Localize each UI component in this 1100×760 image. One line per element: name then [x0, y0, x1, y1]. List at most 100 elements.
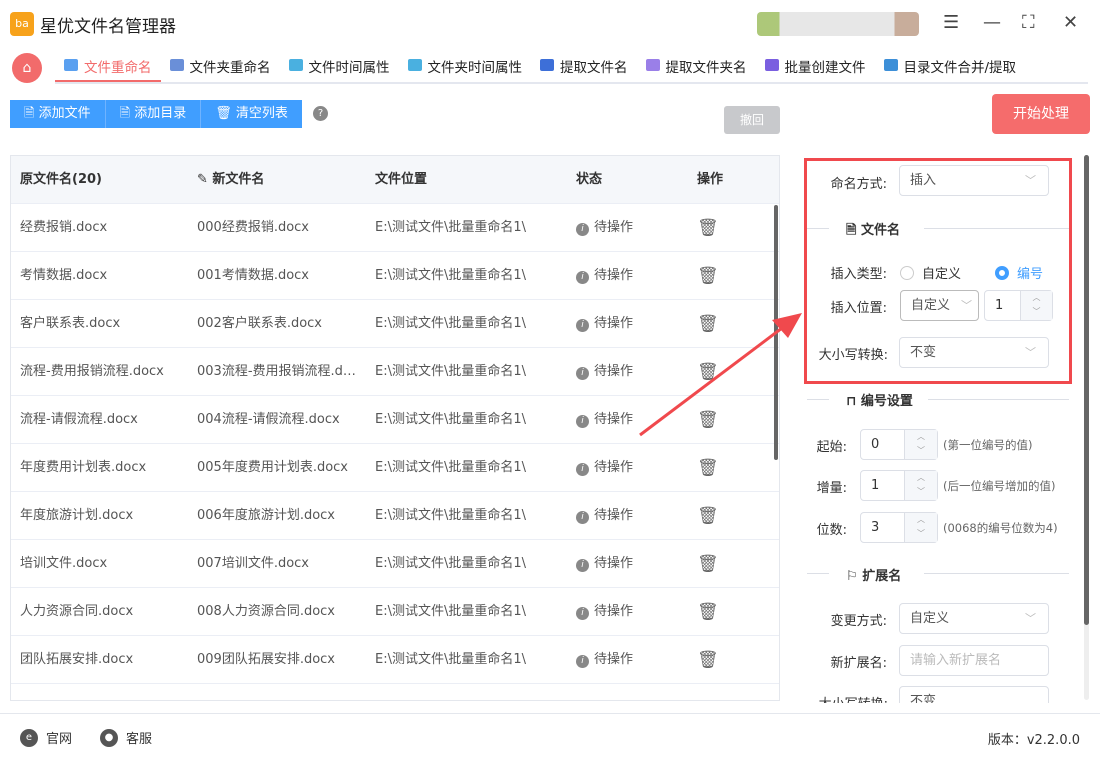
- stepper-arrows[interactable]: ︿ ﹀: [904, 430, 937, 459]
- add-file-button[interactable]: 🗎 添加文件: [10, 100, 106, 128]
- minimize-icon[interactable]: —: [983, 12, 1001, 33]
- status: i 待操作: [576, 300, 633, 348]
- table-header: 原文件名(20) ✎ 新文件名 文件位置 状态 操作: [11, 156, 779, 204]
- undo-button[interactable]: 撤回: [724, 106, 780, 134]
- info-icon: i: [576, 511, 589, 524]
- inc-hint: (后一位编号增加的值): [943, 479, 1056, 493]
- new-name: 002客户联系表.docx: [197, 316, 322, 331]
- clear-list-button[interactable]: 🗑 清空列表: [201, 100, 302, 128]
- tab-5[interactable]: 提取文件夹名: [637, 52, 756, 82]
- delete-icon[interactable]: 🗑: [697, 252, 719, 300]
- tab-4[interactable]: 提取文件名: [531, 52, 637, 82]
- new-name: 009团队拓展安排.docx: [197, 652, 335, 667]
- ext-section-title: 扩展名: [862, 569, 902, 584]
- table-row[interactable]: 团队拓展安排.docx 009团队拓展安排.docx E:\测试文件\批量重命名…: [11, 636, 779, 684]
- table-row[interactable]: 经费报销.docx 000经费报销.docx E:\测试文件\批量重命名1\ i…: [11, 204, 779, 252]
- settings-icon[interactable]: ☰: [943, 12, 959, 33]
- start-stepper[interactable]: 0 ︿ ﹀: [860, 429, 938, 460]
- ext-section: ⚐ 扩展名: [846, 569, 902, 584]
- case-value: 不变: [910, 345, 937, 360]
- add-file-label: 添加文件: [38, 106, 91, 121]
- stepper-arrows[interactable]: ︿ ﹀: [904, 513, 937, 542]
- ext-case-value: 不变: [910, 694, 937, 703]
- insert-pos-num: 1: [995, 298, 1004, 313]
- help-icon[interactable]: ?: [313, 106, 328, 121]
- delete-icon[interactable]: 🗑: [697, 204, 719, 252]
- tab-6[interactable]: 批量创建文件: [756, 52, 875, 82]
- start-button[interactable]: 开始处理: [992, 94, 1090, 134]
- file-location: E:\测试文件\批量重命名1\: [375, 652, 527, 667]
- support-link[interactable]: ● 客服: [100, 728, 152, 747]
- insert-pos-select[interactable]: 自定义 ﹀: [900, 290, 979, 321]
- inc-stepper[interactable]: 1 ︿ ﹀: [860, 470, 938, 501]
- annotation-arrow: [639, 313, 802, 437]
- stepper-arrows[interactable]: ︿ ﹀: [904, 471, 937, 500]
- new-name: 001考情数据.docx: [197, 268, 309, 283]
- support-label: 客服: [126, 732, 153, 747]
- file-location: E:\测试文件\批量重命名1\: [375, 556, 527, 571]
- case-select[interactable]: 不变 ﹀: [899, 337, 1049, 368]
- file-location: E:\测试文件\批量重命名1\: [375, 220, 527, 235]
- table-row[interactable]: 人力资源合同.docx 008人力资源合同.docx E:\测试文件\批量重命名…: [11, 588, 779, 636]
- start-hint: (第一位编号的值): [943, 438, 1033, 452]
- tab-0[interactable]: 文件重命名: [55, 52, 161, 82]
- tab-1[interactable]: 文件夹重命名: [161, 52, 280, 82]
- tab-icon: [883, 59, 898, 71]
- table-row[interactable]: 年度旅游计划.docx 006年度旅游计划.docx E:\测试文件\批量重命名…: [11, 492, 779, 540]
- panel-scrollbar[interactable]: [1084, 155, 1089, 700]
- tab-7[interactable]: 目录文件合并/提取: [875, 52, 1026, 82]
- inc-label: 增量:: [816, 481, 847, 496]
- digits-stepper[interactable]: 3 ︿ ﹀: [860, 512, 938, 543]
- version-label: 版本：v2.2.0.0: [987, 733, 1080, 748]
- tab-icon: [764, 59, 779, 71]
- stepper-arrows[interactable]: ︿ ﹀: [1020, 291, 1052, 320]
- tab-3[interactable]: 文件夹时间属性: [399, 52, 532, 82]
- radio-custom[interactable]: 自定义: [900, 263, 961, 282]
- table-row[interactable]: 培训文件.docx 007培训文件.docx E:\测试文件\批量重命名1\ i…: [11, 540, 779, 588]
- ext-case-select[interactable]: 不变: [899, 686, 1049, 703]
- digits-label: 位数:: [816, 523, 847, 538]
- filename-section-title: 文件名: [860, 223, 900, 238]
- delete-icon[interactable]: 🗑: [697, 444, 719, 492]
- footer: e 官网 ● 客服 版本：v2.2.0.0: [0, 713, 1100, 760]
- ext-mode-value: 自定义: [910, 611, 950, 626]
- naming-select[interactable]: 插入 ﹀: [899, 165, 1049, 196]
- start-label: 起始:: [816, 440, 847, 455]
- radio-number[interactable]: 编号: [995, 263, 1043, 282]
- home-button[interactable]: ⌂: [12, 53, 42, 83]
- original-name: 团队拓展安排.docx: [20, 652, 134, 667]
- ext-mode-select[interactable]: 自定义 ﹀: [899, 603, 1049, 634]
- status: i 待操作: [576, 252, 633, 300]
- new-name: 007培训文件.docx: [197, 556, 309, 571]
- original-name: 经费报销.docx: [20, 220, 108, 235]
- user-avatar[interactable]: [757, 12, 919, 36]
- add-dir-button[interactable]: 🗎 添加目录: [105, 100, 202, 128]
- tab-label: 文件时间属性: [308, 60, 390, 76]
- table-row[interactable]: 考情数据.docx 001考情数据.docx E:\测试文件\批量重命名1\ i…: [11, 252, 779, 300]
- tab-label: 提取文件夹名: [665, 60, 747, 76]
- website-link[interactable]: e 官网: [20, 728, 72, 747]
- delete-icon[interactable]: 🗑: [697, 492, 719, 540]
- insert-pos-value: 自定义: [911, 298, 951, 313]
- file-location: E:\测试文件\批量重命名1\: [375, 412, 527, 427]
- new-ext-input[interactable]: 请输入新扩展名: [899, 645, 1049, 676]
- info-icon: i: [576, 223, 589, 236]
- header-action: 操作: [697, 172, 724, 187]
- close-icon[interactable]: ✕: [1063, 12, 1078, 33]
- tab-icon: [645, 59, 660, 71]
- insert-pos-stepper[interactable]: 1 ︿ ﹀: [984, 290, 1053, 321]
- delete-icon[interactable]: 🗑: [697, 540, 719, 588]
- status-text: 待操作: [594, 556, 634, 571]
- tab-icon: [64, 59, 78, 71]
- case-label: 大小写转换:: [818, 348, 888, 363]
- original-name: 年度费用计划表.docx: [20, 460, 147, 475]
- ie-icon: e: [20, 728, 38, 747]
- delete-icon[interactable]: 🗑: [697, 588, 719, 636]
- maximize-icon[interactable]: ⛶: [1022, 12, 1035, 33]
- table-row[interactable]: 年度费用计划表.docx 005年度费用计划表.docx E:\测试文件\批量重…: [11, 444, 779, 492]
- original-name: 人力资源合同.docx: [20, 604, 134, 619]
- filename-section: 🗎 文件名: [846, 223, 900, 238]
- number-section: ⊓ 编号设置: [846, 394, 913, 409]
- delete-icon[interactable]: 🗑: [697, 636, 719, 684]
- tab-2[interactable]: 文件时间属性: [280, 52, 399, 82]
